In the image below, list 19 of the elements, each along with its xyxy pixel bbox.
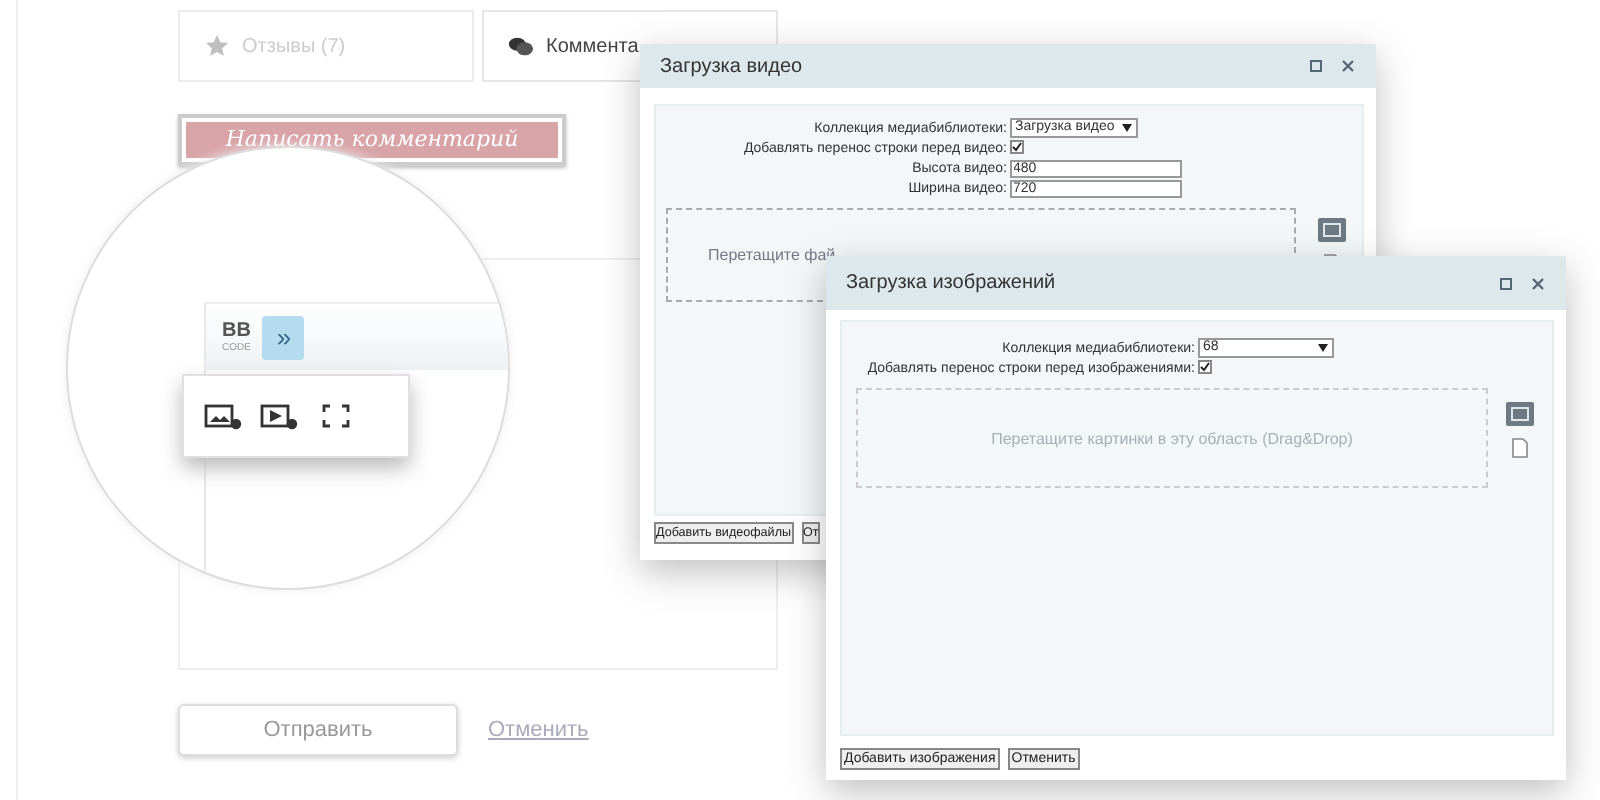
video-add-icon[interactable] [260,402,300,430]
maximize-icon[interactable] [1498,275,1514,291]
dialog-title: Загрузка изображений [846,272,1058,294]
drop-hint: Перетащите картинки в эту область (Drag&Drop) [991,429,1353,447]
checkbox[interactable] [1009,140,1023,154]
picture-icon[interactable] [1506,402,1534,426]
tab-label: Коммента [546,35,639,57]
maximize-icon[interactable] [1308,58,1324,74]
star-icon [204,34,230,58]
close-icon[interactable] [1530,275,1546,291]
close-icon[interactable] [1340,58,1356,74]
chat-icon [508,34,534,58]
dropdown-arrow-icon [1317,344,1327,352]
image-add-icon[interactable] [204,402,244,430]
document-icon[interactable] [1512,438,1528,458]
dropdown-arrow-icon [1122,124,1133,132]
picture-icon[interactable] [1318,218,1346,242]
more-button[interactable]: » [262,315,305,359]
checkbox[interactable] [1197,360,1211,374]
